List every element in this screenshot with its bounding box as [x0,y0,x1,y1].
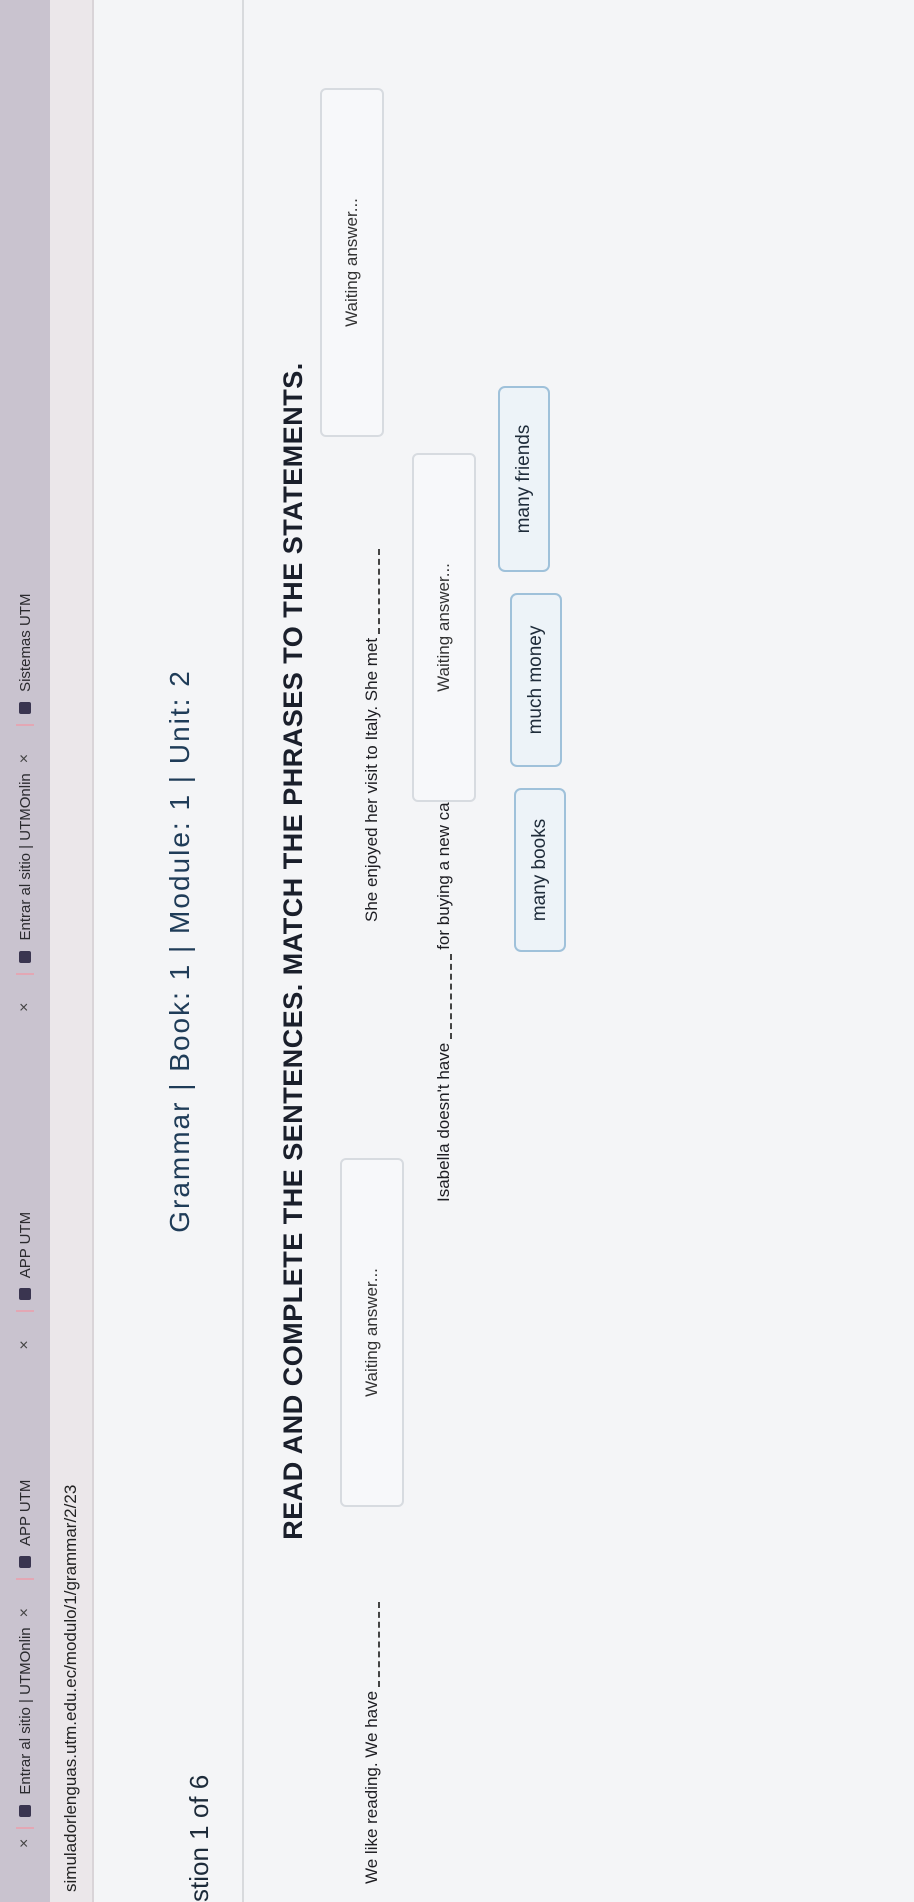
option-many-friends[interactable]: many friends [498,386,550,572]
quiz-content: stion 1 of 6 Grammar | Book: 1 | Module:… [94,0,914,1902]
favicon-icon [19,950,31,963]
tab-label: Entrar al sitio | UTMOnlin [16,773,34,941]
option-label: much money [525,625,546,735]
page-title: Grammar | Book: 1 | Module: 1 | Unit: 2 [164,669,195,1233]
sentence-text-after: for buying a new car. [434,792,453,950]
sentence-text: She enjoyed her visit to Italy. She met [362,637,381,922]
tab-app-utm-1[interactable]: APP UTM × [0,1326,50,1594]
option-label: many friends [513,424,534,534]
sentence-text: Isabella doesn't have [434,1042,453,1202]
answer-drop-zone-1[interactable]: Waiting answer... [340,1158,404,1507]
tab-divider [16,1826,34,1829]
url-text: simuladorlenguas.utm.edu.ec/modulo/1/gra… [61,1484,80,1892]
answer-drop-zone-3[interactable]: Waiting answer... [412,453,476,802]
instructions: READ AND COMPLETE THE SENTENCES. MATCH T… [278,362,308,1540]
close-icon[interactable]: × [16,1340,34,1349]
tab-divider [16,972,34,975]
blank [364,1601,380,1687]
tab-label: Entrar al sitio | UTMOnlin [16,1627,34,1795]
blank [364,548,380,634]
favicon-icon [19,1556,31,1569]
address-bar[interactable]: simuladorlenguas.utm.edu.ec/modulo/1/gra… [50,0,94,1902]
divider [242,0,244,1902]
option-label: many books [529,818,550,922]
tab-label: APP UTM [16,1211,34,1279]
sentence-3: Isabella doesn't have for buying a new c… [434,793,454,1202]
answer-placeholder: Waiting answer... [342,198,361,327]
close-icon[interactable]: × [16,754,34,763]
tab-label: APP UTM [16,1479,34,1547]
answer-drop-zone-2[interactable]: Waiting answer... [320,88,384,437]
browser-tab-bar: × Entrar al sitio | UTMOnlin × APP UTM ×… [0,0,50,1902]
tab-divider [16,1578,34,1581]
tab-divider [16,1310,34,1313]
tab-entrar-al-sitio-2[interactable]: Entrar al sitio | UTMOnlin × [0,740,50,989]
option-many-books[interactable]: many books [514,788,566,952]
close-icon[interactable]: × [16,1608,34,1617]
tab-label: Sistemas UTM [16,593,34,692]
sentence-text: We like reading. We have [362,1690,381,1884]
favicon-icon [19,701,31,714]
screen: × Entrar al sitio | UTMOnlin × APP UTM ×… [0,0,914,1902]
tab-entrar-al-sitio-1[interactable]: × Entrar al sitio | UTMOnlin × [0,1594,50,1862]
favicon-icon [19,1804,31,1817]
favicon-icon [19,1288,31,1301]
sentence-2: She enjoyed her visit to Italy. She met [362,548,382,922]
answer-placeholder: Waiting answer... [362,1268,381,1397]
blank [436,953,452,1039]
sentence-1: We like reading. We have [362,1601,382,1884]
tab-app-utm-2[interactable]: APP UTM × [0,989,50,1327]
answer-placeholder: Waiting answer... [434,563,453,692]
close-icon[interactable]: × [16,1839,34,1848]
tab-divider [16,723,34,726]
tab-sistemas-utm[interactable]: Sistemas UTM [0,580,50,740]
option-much-money[interactable]: much money [510,593,562,767]
close-icon[interactable]: × [16,1003,34,1012]
